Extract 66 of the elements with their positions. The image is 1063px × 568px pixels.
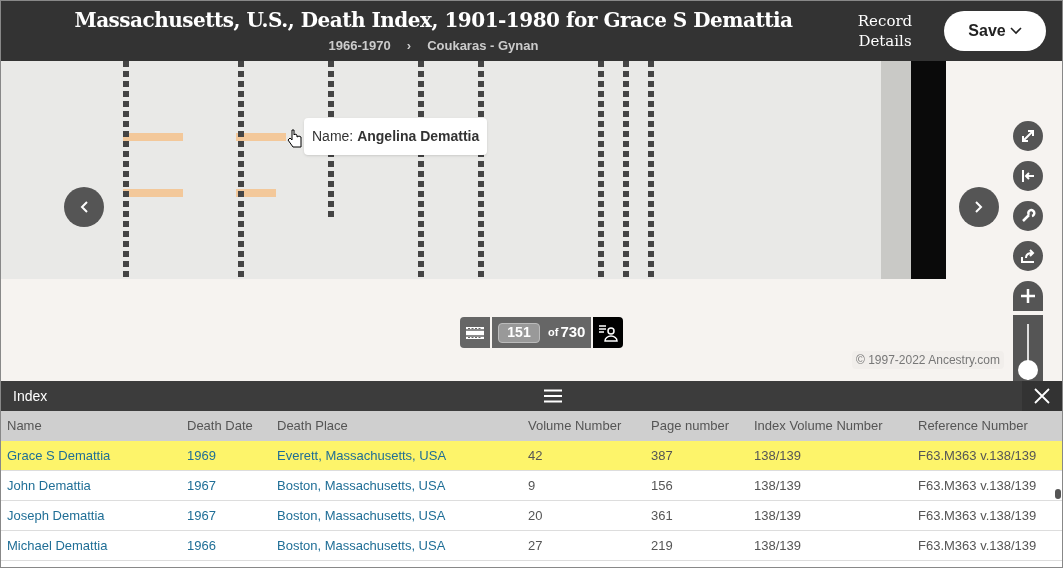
- column-header[interactable]: Name: [1, 416, 181, 436]
- table-cell-text: F63.M363 v.138/139: [917, 536, 1038, 555]
- next-button[interactable]: [959, 187, 999, 227]
- table-link[interactable]: John Demattia: [1, 475, 181, 496]
- zoom-in-button[interactable]: [1013, 281, 1043, 311]
- table-cell-text: 9: [527, 476, 537, 495]
- column-header[interactable]: Index Volume Number: [748, 416, 912, 436]
- table-link[interactable]: Boston, Massachusetts, USA: [271, 535, 522, 556]
- scrollbar[interactable]: [1055, 489, 1061, 499]
- expand-icon[interactable]: [1013, 121, 1043, 151]
- table-link[interactable]: Everett, Massachusetts, USA: [271, 445, 522, 466]
- tooltip: Name: Angelina Demattia: [304, 118, 488, 155]
- table-cell-text: 138/139: [753, 536, 802, 555]
- table-cell-text: 42: [527, 446, 544, 465]
- column-header[interactable]: Reference Number: [912, 416, 1057, 436]
- table-cell-text: F63.M363 v.138/139: [917, 506, 1038, 525]
- table-cell-text: 138/139: [753, 476, 802, 495]
- of-label: of: [548, 325, 559, 341]
- table-cell-text: 20: [527, 506, 544, 525]
- breadcrumb-link[interactable]: 1966-1970: [328, 36, 391, 56]
- page-total: 730: [560, 322, 586, 343]
- table-cell-text: 138/139: [753, 446, 802, 465]
- plus-icon: [1020, 288, 1036, 304]
- share-icon[interactable]: [1013, 241, 1043, 271]
- table-link[interactable]: 1969: [181, 445, 271, 466]
- index-panel-icon[interactable]: [593, 317, 624, 348]
- table-link[interactable]: Michael Demattia: [1, 535, 181, 556]
- table-cell-text: 219: [650, 536, 674, 555]
- table-cell-text: 156: [650, 476, 674, 495]
- slider-thumb[interactable]: [1018, 360, 1038, 380]
- menu-icon[interactable]: [544, 389, 562, 403]
- table-cell-text: 387: [650, 446, 674, 465]
- zoom-slider[interactable]: [1013, 315, 1043, 381]
- table-cell-text: F63.M363 v.138/139: [917, 476, 1038, 495]
- column-header[interactable]: Death Date: [181, 416, 271, 436]
- page-title: Massachusetts, U.S., Death Index, 1901-1980 for Grace S Demattia: [74, 7, 793, 35]
- close-icon: [1034, 388, 1050, 404]
- table-cell-text: 361: [650, 506, 674, 525]
- column-header[interactable]: Death Place: [271, 416, 522, 436]
- save-button[interactable]: Save: [944, 11, 1046, 51]
- table-row[interactable]: Grace S Demattia 1969 Everett, Massachusetts, USA 42 387 138/139 F63.M363 v.138/139: [1, 441, 1062, 471]
- chevron-left-icon: [79, 200, 89, 214]
- filmstrip-icon[interactable]: [460, 317, 490, 348]
- hand-cursor-icon: [287, 129, 303, 149]
- breadcrumb-link[interactable]: Coukaras - Gynan: [427, 36, 539, 56]
- table-link[interactable]: 1967: [181, 505, 271, 526]
- copyright-text: © 1997-2022 Ancestry.com: [851, 351, 1004, 369]
- record-details-link[interactable]: Record Details: [850, 11, 920, 51]
- breadcrumb-separator: ›: [406, 37, 412, 56]
- table-cell-text: 138/139: [753, 506, 802, 525]
- column-header[interactable]: Volume Number: [522, 416, 645, 436]
- table-link[interactable]: Boston, Massachusetts, USA: [271, 475, 522, 496]
- table-link[interactable]: Grace S Demattia: [1, 445, 181, 466]
- close-button[interactable]: [1022, 381, 1062, 411]
- collapse-icon[interactable]: [1013, 161, 1043, 191]
- table-link[interactable]: 1966: [181, 535, 271, 556]
- chevron-right-icon: [974, 200, 984, 214]
- table-link[interactable]: Joseph Demattia: [1, 505, 181, 526]
- panel-title: Index: [13, 386, 48, 406]
- column-header[interactable]: Page number: [645, 416, 748, 436]
- table-cell-text: F63.M363 v.138/139: [917, 446, 1038, 465]
- table-cell-text: 27: [527, 536, 544, 555]
- settings-icon[interactable]: [1013, 201, 1043, 231]
- table-link[interactable]: 1967: [181, 475, 271, 496]
- table-link[interactable]: Boston, Massachusetts, USA: [271, 505, 522, 526]
- chevron-down-icon: [1009, 27, 1022, 35]
